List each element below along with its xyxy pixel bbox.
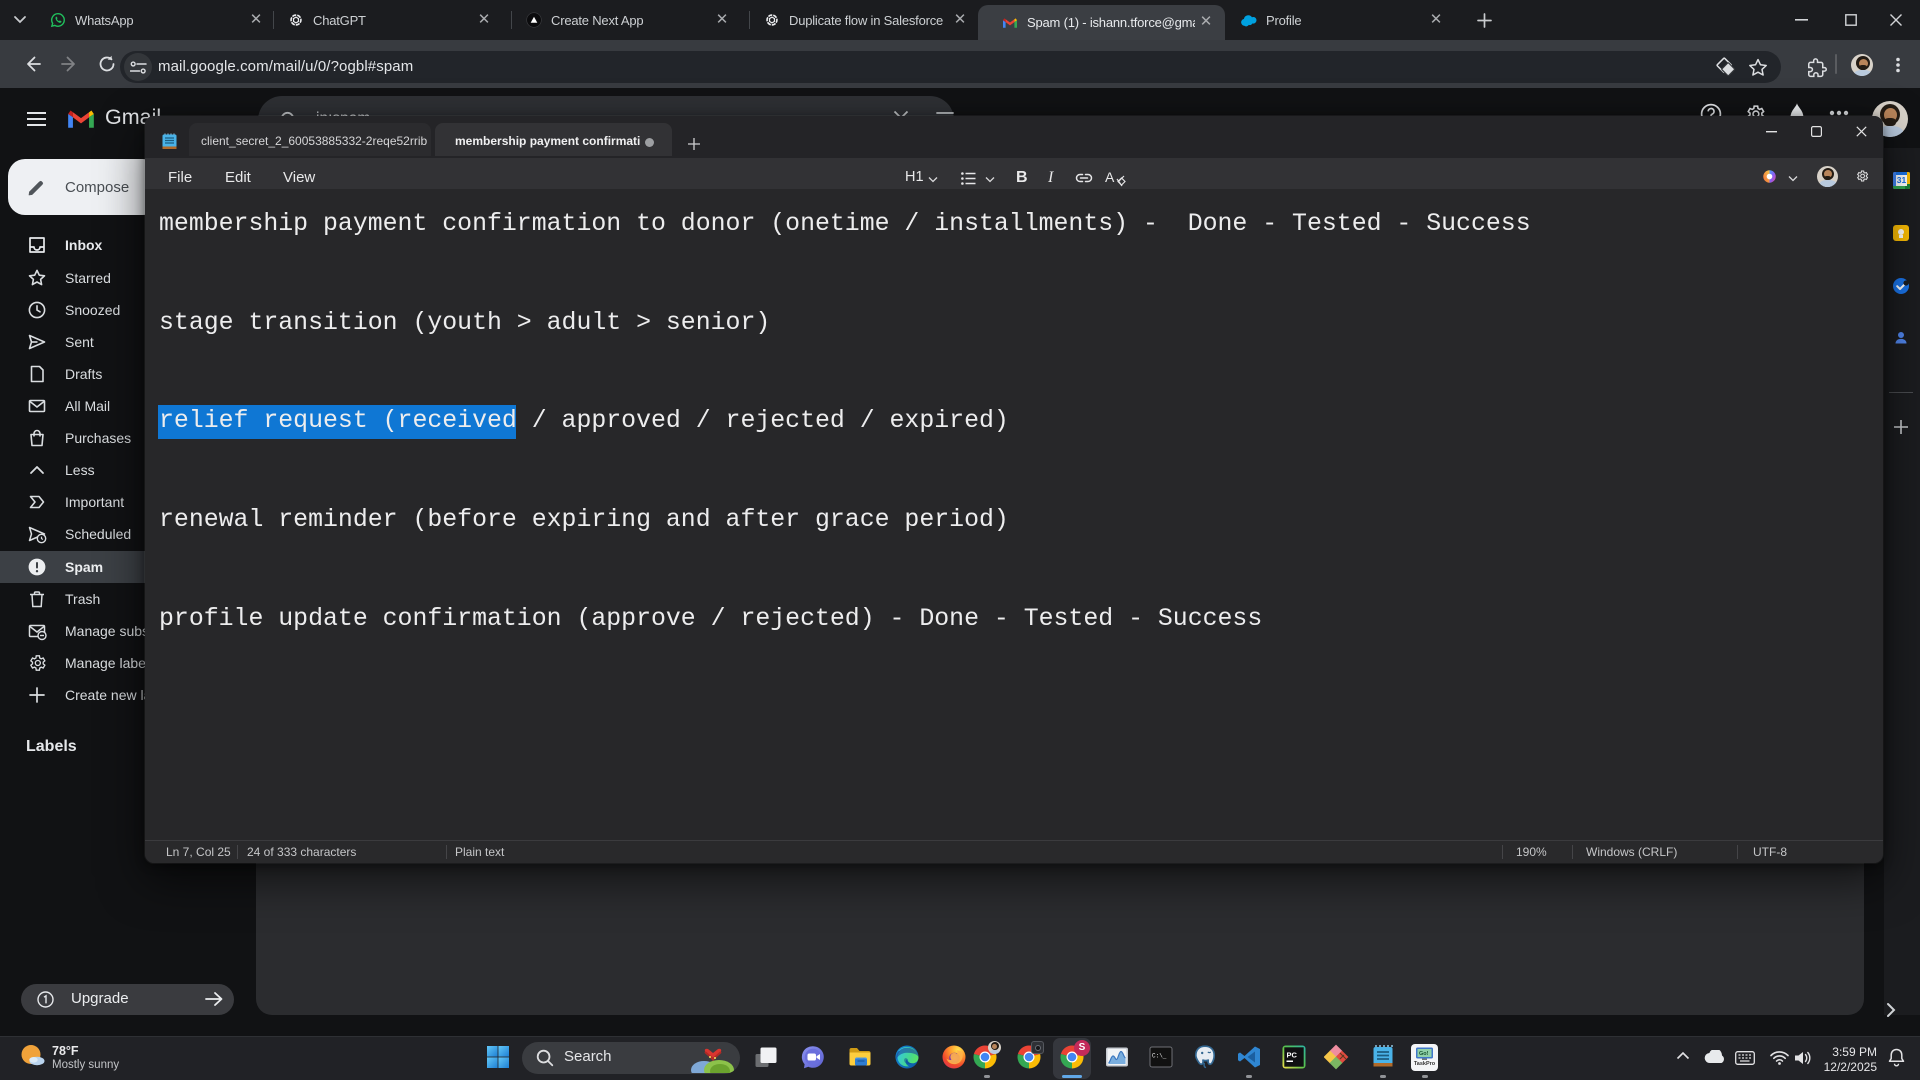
svg-text:Go!: Go! bbox=[1419, 1051, 1429, 1057]
svg-text:PC: PC bbox=[1287, 1051, 1298, 1060]
svg-text:C:\_: C:\_ bbox=[1152, 1053, 1167, 1060]
